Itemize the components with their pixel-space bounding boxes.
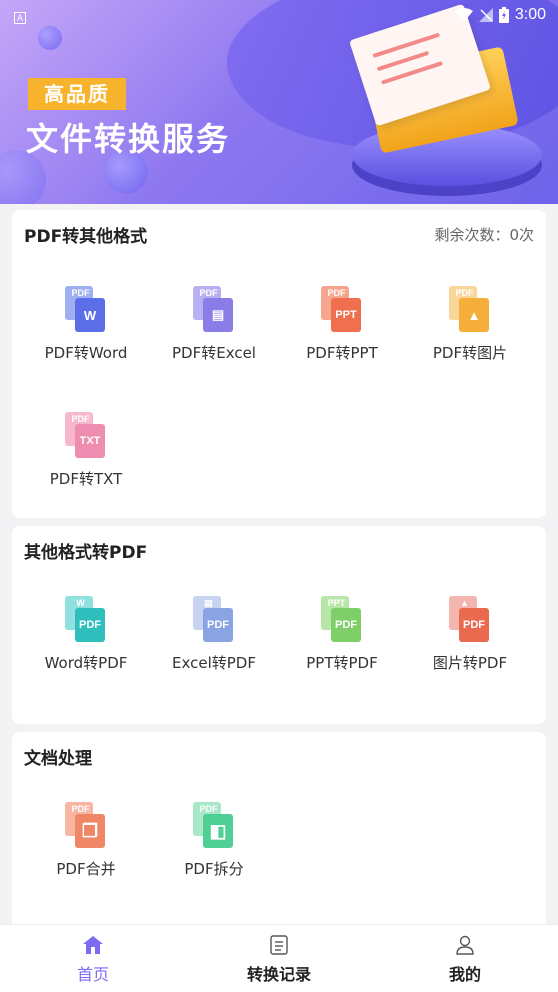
image-file-icon: PDF ▲ [449, 286, 491, 334]
tool-label: PDF转图片 [432, 344, 508, 362]
tool-label: Excel转PDF [172, 654, 256, 672]
tool-pdf-to-ppt[interactable]: PDF PPT PDF转PPT [276, 286, 408, 363]
no-signal-icon [478, 8, 493, 22]
tool-label: 图片转PDF [432, 654, 508, 672]
section-header: PDF转其他格式 剩余次数：0次 [24, 222, 534, 247]
txt-file-icon: PDF TXT [65, 412, 107, 460]
section-title: PDF转其他格式 [24, 227, 148, 247]
wifi-icon [454, 8, 473, 22]
tool-label: PDF转Excel [172, 344, 256, 362]
tool-label: PDF转PPT [306, 344, 378, 362]
nav-profile[interactable]: 我的 [372, 925, 558, 992]
ppt-file-icon: PDF PPT [321, 286, 363, 334]
battery-charging-icon [498, 7, 509, 23]
section-header: 文档处理 [24, 744, 534, 769]
tool-label: PDF合并 [56, 860, 116, 878]
section-doc-processing: 文档处理 PDF ❐ PDF合并 PDF ◧ PDF拆分 [12, 732, 546, 932]
nav-home[interactable]: 首页 [0, 925, 186, 992]
tool-pdf-to-txt[interactable]: PDF TXT PDF转TXT [20, 412, 152, 489]
word-file-icon: PDF W [65, 286, 107, 334]
tool-pdf-to-image[interactable]: PDF ▲ PDF转图片 [404, 286, 536, 363]
tool-pdf-split[interactable]: PDF ◧ PDF拆分 [148, 802, 280, 879]
section-header: 其他格式转PDF [24, 538, 534, 563]
tool-ppt-to-pdf[interactable]: PPT PDF PPT转PDF [276, 596, 408, 673]
status-time: 3:00 [514, 6, 546, 23]
tool-label: Word转PDF [44, 654, 128, 672]
tool-word-to-pdf[interactable]: W PDF Word转PDF [20, 596, 152, 673]
tool-pdf-to-excel[interactable]: PDF ▤ PDF转Excel [148, 286, 280, 363]
tool-label: PDF转TXT [49, 470, 123, 488]
top-banner[interactable]: 高品质 文件转换服务 [0, 0, 558, 204]
app-notification-icon: A [14, 11, 26, 24]
banner-quality-tag: 高品质 [28, 78, 126, 110]
status-bar: A 3:00 [0, 0, 558, 30]
excel-file-icon: PDF ▤ [193, 286, 235, 334]
nav-conversion-records[interactable]: 转换记录 [186, 925, 372, 992]
merge-file-icon: PDF ❐ [65, 802, 107, 850]
status-bar-left: A [14, 6, 26, 25]
pdf-from-image-icon: ▲ PDF [449, 596, 491, 644]
pdf-from-word-icon: W PDF [65, 596, 107, 644]
section-title: 其他格式转PDF [24, 543, 148, 563]
split-file-icon: PDF ◧ [193, 802, 235, 850]
nav-label: 转换记录 [246, 965, 311, 984]
nav-label: 首页 [76, 965, 109, 984]
document-list-icon [270, 935, 288, 955]
tool-label: PDF拆分 [184, 860, 244, 878]
tool-label: PDF转Word [44, 344, 128, 362]
tool-excel-to-pdf[interactable]: ▤ PDF Excel转PDF [148, 596, 280, 673]
status-bar-right: 3:00 [454, 6, 546, 24]
section-pdf-to-other: PDF转其他格式 剩余次数：0次 PDF W PDF转Word PDF ▤ PD… [12, 210, 546, 518]
tool-label: PPT转PDF [306, 654, 378, 672]
nav-label: 我的 [448, 965, 481, 984]
section-title: 文档处理 [24, 749, 92, 769]
user-icon [456, 935, 474, 955]
home-icon [83, 936, 103, 954]
tool-image-to-pdf[interactable]: ▲ PDF 图片转PDF [404, 596, 536, 673]
tool-pdf-to-word[interactable]: PDF W PDF转Word [20, 286, 152, 363]
bottom-nav: 首页 转换记录 我的 [0, 924, 558, 992]
tool-pdf-merge[interactable]: PDF ❐ PDF合并 [20, 802, 152, 879]
remaining-count: 剩余次数：0次 [434, 226, 534, 244]
banner-headline: 文件转换服务 [26, 120, 231, 158]
section-other-to-pdf: 其他格式转PDF W PDF Word转PDF ▤ PDF Excel转PDF … [12, 526, 546, 724]
pdf-from-ppt-icon: PPT PDF [321, 596, 363, 644]
pdf-from-excel-icon: ▤ PDF [193, 596, 235, 644]
